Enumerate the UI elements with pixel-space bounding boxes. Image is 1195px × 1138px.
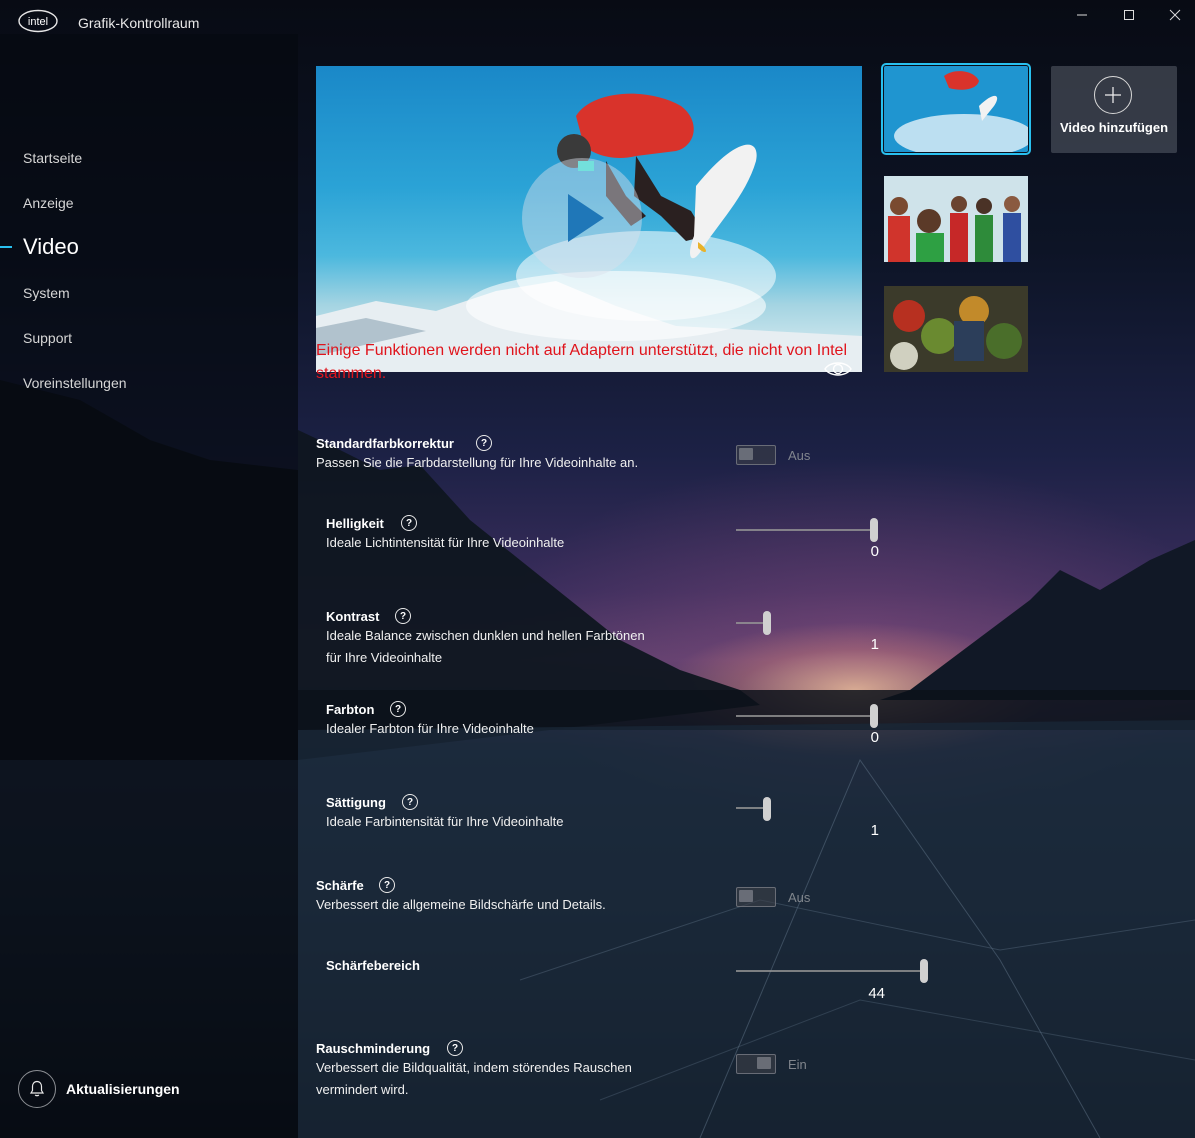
toggle-knob	[739, 890, 753, 902]
nav-item-startseite[interactable]: Startseite	[23, 150, 82, 166]
kontrast-slider-track[interactable]	[736, 622, 766, 624]
close-icon	[1169, 9, 1181, 21]
maximize-icon	[1124, 10, 1134, 20]
eye-icon[interactable]	[824, 360, 852, 383]
add-video-label: Video hinzufügen	[1059, 120, 1169, 135]
logo-text: intel	[28, 16, 48, 28]
updates-label[interactable]: Aktualisierungen	[66, 1081, 180, 1097]
saettigung-title: Sättigung	[326, 795, 386, 810]
rauschminderung-desc-line1: Verbessert die Bildqualität, indem störe…	[316, 1060, 632, 1075]
help-icon[interactable]: ?	[390, 701, 406, 717]
nav-item-anzeige[interactable]: Anzeige	[23, 195, 74, 211]
standardfarbkorrektur-title: Standardfarbkorrektur	[316, 436, 454, 451]
schaerfebereich-slider-track[interactable]	[736, 970, 924, 972]
helligkeit-slider-track[interactable]	[736, 529, 874, 531]
schaerfebereich-value: 44	[868, 985, 885, 1002]
schaerfe-title: Schärfe	[316, 878, 364, 893]
saettigung-desc: Ideale Farbintensität für Ihre Videoinha…	[326, 814, 564, 829]
toggle-knob	[739, 448, 753, 460]
title-bar: intel Grafik-Kontrollraum	[0, 0, 1195, 34]
kontrast-desc-line2: für Ihre Videoinhalte	[326, 650, 443, 665]
bell-icon	[29, 1080, 45, 1097]
help-icon[interactable]: ?	[379, 877, 395, 893]
thumbnail-market-vegetables[interactable]	[884, 286, 1028, 372]
active-nav-indicator	[0, 246, 12, 248]
standardfarbkorrektur-toggle[interactable]	[736, 445, 776, 465]
rauschminderung-desc-line2: vermindert wird.	[316, 1082, 409, 1097]
helligkeit-slider-thumb[interactable]	[870, 518, 878, 542]
nav-item-video[interactable]: Video	[23, 234, 79, 260]
standardfarbkorrektur-state: Aus	[788, 448, 811, 463]
helligkeit-title: Helligkeit	[326, 516, 384, 531]
standardfarbkorrektur-desc: Passen Sie die Farbdarstellung für Ihre …	[316, 455, 639, 470]
schaerfebereich-title: Schärfebereich	[326, 958, 420, 973]
rauschminderung-title: Rauschminderung	[316, 1041, 431, 1056]
saettigung-value: 1	[870, 822, 879, 839]
kontrast-slider-thumb[interactable]	[763, 611, 771, 635]
minimize-button[interactable]	[1059, 0, 1105, 30]
schaerfe-state: Aus	[788, 890, 811, 905]
plus-icon	[1094, 76, 1132, 114]
help-icon[interactable]: ?	[402, 794, 418, 810]
nav-item-system[interactable]: System	[23, 285, 70, 301]
maximize-button[interactable]	[1106, 0, 1152, 30]
rauschminderung-state: Ein	[788, 1057, 807, 1072]
thumbnail-snowboarder[interactable]	[881, 63, 1031, 155]
rauschminderung-toggle[interactable]	[736, 1054, 776, 1074]
helligkeit-value: 0	[870, 543, 879, 560]
nav-item-voreinstellungen[interactable]: Voreinstellungen	[23, 375, 127, 391]
farbton-desc: Idealer Farbton für Ihre Videoinhalte	[326, 721, 534, 736]
toggle-knob	[757, 1057, 771, 1069]
close-button[interactable]	[1152, 0, 1195, 30]
help-icon[interactable]: ?	[395, 608, 411, 624]
add-video-button[interactable]: Video hinzufügen	[1051, 66, 1177, 153]
updates-button[interactable]	[18, 1070, 56, 1108]
farbton-value: 0	[870, 729, 879, 746]
play-icon[interactable]	[522, 158, 642, 278]
farbton-slider-track[interactable]	[736, 715, 874, 717]
app-title: Grafik-Kontrollraum	[78, 15, 200, 31]
kontrast-desc-line1: Ideale Balance zwischen dunklen und hell…	[326, 628, 645, 643]
kontrast-title: Kontrast	[326, 609, 380, 624]
nav-item-support[interactable]: Support	[23, 330, 72, 346]
thumbnail-group-of-people[interactable]	[884, 176, 1028, 262]
help-icon[interactable]: ?	[447, 1040, 463, 1056]
farbton-title: Farbton	[326, 702, 375, 717]
intel-logo: intel	[18, 9, 58, 33]
saettigung-slider-track[interactable]	[736, 807, 766, 809]
minimize-icon	[1077, 14, 1087, 16]
unsupported-adapter-warning: Einige Funktionen werden nicht auf Adapt…	[316, 342, 847, 382]
saettigung-slider-thumb[interactable]	[763, 797, 771, 821]
farbton-slider-thumb[interactable]	[870, 704, 878, 728]
schaerfe-desc: Verbessert die allgemeine Bildschärfe un…	[316, 897, 606, 912]
help-icon[interactable]: ?	[401, 515, 417, 531]
schaerfebereich-slider-thumb[interactable]	[920, 959, 928, 983]
kontrast-value: 1	[870, 636, 879, 653]
helligkeit-desc: Ideale Lichtintensität für Ihre Videoinh…	[326, 535, 565, 550]
help-icon[interactable]: ?	[476, 435, 492, 451]
schaerfe-toggle[interactable]	[736, 887, 776, 907]
